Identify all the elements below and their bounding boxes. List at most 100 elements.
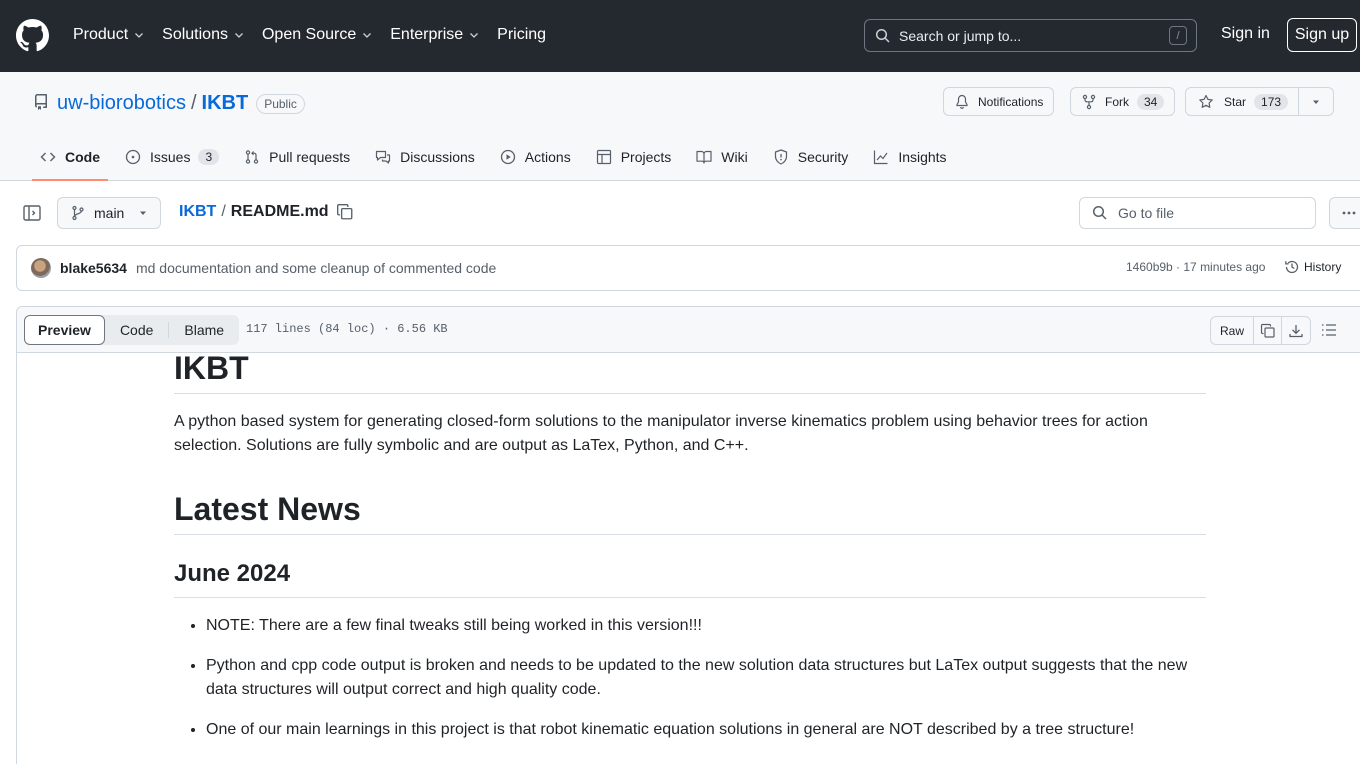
tab-wiki-label: Wiki <box>721 149 748 165</box>
news-list: NOTE: There are a few final tweaks still… <box>174 614 1206 742</box>
breadcrumb-repo-link[interactable]: IKBT <box>179 203 216 221</box>
branch-name: main <box>94 205 125 221</box>
visibility-badge: Public <box>256 93 305 114</box>
star-button-group: Star 173 <box>1185 87 1335 116</box>
repo-tabs: Code Issues 3 Pull requests Discussions … <box>32 139 964 181</box>
list-item: NOTE: There are a few final tweaks still… <box>206 614 1206 638</box>
triangle-down-icon <box>1313 100 1320 104</box>
search-shortcut-key: / <box>1169 26 1187 45</box>
triangle-down-icon <box>140 211 146 215</box>
list-item: One of our main learnings in this projec… <box>206 718 1206 742</box>
outline-list-icon[interactable] <box>1321 322 1337 338</box>
breadcrumb-separator: / <box>221 203 226 220</box>
readme-title: IKBT <box>174 345 1206 394</box>
star-count: 173 <box>1254 93 1289 110</box>
copy-raw-button[interactable] <box>1254 317 1283 344</box>
tab-code[interactable]: Code <box>32 139 108 181</box>
commit-author-link[interactable]: blake5634 <box>60 260 127 276</box>
notifications-button[interactable]: Notifications <box>943 87 1055 116</box>
play-icon <box>500 149 515 165</box>
global-header: Product Solutions Open Source Enterprise… <box>0 0 1360 72</box>
repo-name-link[interactable]: IKBT <box>202 92 249 115</box>
fork-label: Fork <box>1105 94 1129 109</box>
file-stats: 117 lines (84 loc) · 6.56 KB <box>246 322 448 336</box>
tab-pull-requests[interactable]: Pull requests <box>236 139 358 175</box>
star-label: Star <box>1224 94 1247 109</box>
preview-tab[interactable]: Preview <box>24 315 105 345</box>
history-icon <box>1285 260 1299 274</box>
tab-projects[interactable]: Projects <box>588 139 680 175</box>
nav-pricing-label: Pricing <box>497 26 547 43</box>
copy-path-icon[interactable] <box>336 203 354 221</box>
file-breadcrumb: IKBT / README.md <box>179 203 354 221</box>
tab-issues[interactable]: Issues 3 <box>117 139 227 175</box>
issue-icon <box>125 149 141 165</box>
pull-request-icon <box>245 150 259 164</box>
repo-title-separator: / <box>190 92 197 114</box>
view-mode-toggle: Preview Code Blame <box>24 315 240 345</box>
copy-icon <box>1260 323 1275 338</box>
chevron-down-icon <box>135 33 144 38</box>
nav-solutions[interactable]: Solutions <box>162 24 245 46</box>
tab-projects-label: Projects <box>620 149 672 165</box>
sidebar-expand-icon[interactable] <box>22 203 42 223</box>
readme-content: IKBT A python based system for generatin… <box>174 345 1206 758</box>
tab-insights[interactable]: Insights <box>865 139 954 175</box>
branch-selector[interactable]: main <box>57 197 161 229</box>
nav-enterprise[interactable]: Enterprise <box>390 24 480 46</box>
sign-in-link[interactable]: Sign in <box>1221 25 1270 43</box>
go-to-file-input[interactable]: Go to file <box>1079 197 1316 229</box>
more-options-button[interactable] <box>1329 197 1360 229</box>
code-view-tab[interactable]: Code <box>105 315 168 345</box>
bell-icon <box>956 94 968 109</box>
blame-tab[interactable]: Blame <box>169 315 239 345</box>
search-icon <box>1092 205 1107 220</box>
star-list-dropdown[interactable] <box>1299 88 1333 115</box>
commit-meta[interactable]: 1460b9b · 17 minutes ago <box>1126 260 1265 274</box>
download-raw-button[interactable] <box>1282 317 1310 344</box>
june-2024-heading: June 2024 <box>174 559 1206 598</box>
history-label: History <box>1304 260 1342 274</box>
latest-news-heading: Latest News <box>174 486 1206 535</box>
file-actions: Raw <box>1210 316 1312 345</box>
nav-pricing[interactable]: Pricing <box>497 24 546 46</box>
graph-icon <box>874 150 888 165</box>
global-search-input[interactable]: Search or jump to... / <box>864 19 1197 52</box>
github-logo-icon[interactable] <box>16 19 49 52</box>
repo-owner-link[interactable]: uw-biorobotics <box>57 92 186 115</box>
table-icon <box>596 149 611 165</box>
commit-message-link[interactable]: md documentation and some cleanup of com… <box>136 260 496 276</box>
nav-open-source-label: Open Source <box>261 26 357 43</box>
tab-actions-label: Actions <box>524 149 571 165</box>
tab-security[interactable]: Security <box>765 139 857 175</box>
history-button[interactable]: History <box>1284 259 1341 275</box>
nav-product-label: Product <box>73 26 129 43</box>
nav-solutions-label: Solutions <box>162 26 228 43</box>
global-nav: Product Solutions Open Source Enterprise… <box>73 24 563 46</box>
repo-title: uw-biorobotics / IKBT Public <box>57 92 305 115</box>
repo-icon <box>34 94 47 110</box>
tab-issues-label: Issues <box>150 149 191 165</box>
sign-up-button[interactable]: Sign up <box>1287 18 1357 52</box>
avatar[interactable] <box>31 258 51 278</box>
chevron-down-icon <box>363 33 372 38</box>
chevron-down-icon <box>235 33 243 38</box>
file-viewer: Preview Code Blame 117 lines (84 loc) · … <box>16 306 1360 764</box>
tab-actions[interactable]: Actions <box>492 139 579 175</box>
discussions-icon <box>375 150 391 164</box>
fork-button[interactable]: Fork 34 <box>1070 87 1176 116</box>
nav-product[interactable]: Product <box>73 24 145 46</box>
tab-wiki[interactable]: Wiki <box>688 139 755 175</box>
chevron-down-icon <box>470 33 479 38</box>
raw-button[interactable]: Raw <box>1211 317 1255 344</box>
tab-discussions[interactable]: Discussions <box>367 139 483 175</box>
search-placeholder: Search or jump to... <box>899 27 1022 44</box>
tab-insights-label: Insights <box>898 149 947 165</box>
tab-pull-requests-label: Pull requests <box>269 149 351 165</box>
tab-security-label: Security <box>797 149 849 165</box>
search-icon <box>875 28 890 43</box>
nav-open-source[interactable]: Open Source <box>262 24 373 46</box>
readme-intro: A python based system for generating clo… <box>174 413 1148 454</box>
star-button[interactable]: Star 173 <box>1186 88 1300 115</box>
latest-commit-bar: blake5634 md documentation and some clea… <box>16 245 1360 291</box>
